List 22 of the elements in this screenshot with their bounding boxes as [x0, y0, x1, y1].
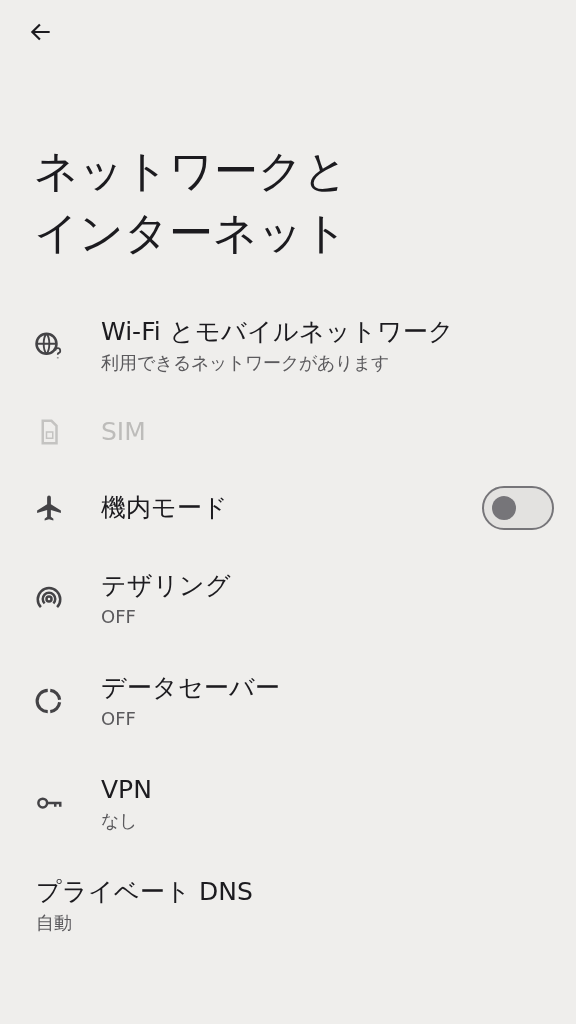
- item-summary: なし: [101, 809, 138, 833]
- settings-item[interactable]: データセーバー OFF: [0, 650, 576, 752]
- toggle-switch[interactable]: [482, 486, 554, 530]
- item-summary: 利用できるネットワークがあります: [101, 351, 390, 375]
- item-summary: OFF: [101, 605, 137, 629]
- data-saver-icon: [34, 686, 64, 716]
- item-summary: OFF: [101, 707, 137, 731]
- settings-item[interactable]: VPN なし: [0, 752, 576, 854]
- item-title: Wi-Fi とモバイルネットワーク: [101, 316, 455, 348]
- page-title: ネットワークと: [34, 144, 348, 198]
- settings-item[interactable]: Wi-Fi とモバイルネットワーク 利用できるネットワークがあります: [0, 294, 576, 396]
- settings-item[interactable]: 機内モード: [0, 468, 576, 548]
- item-title: プライベート DNS: [36, 876, 254, 908]
- item-title: テザリング: [101, 570, 232, 602]
- settings-item[interactable]: テザリング OFF: [0, 548, 576, 650]
- page-title: インターネット: [34, 206, 348, 260]
- item-title: データセーバー: [101, 672, 281, 704]
- settings-item[interactable]: プライベート DNS 自動: [0, 854, 576, 956]
- item-title: VPN: [101, 774, 153, 806]
- airplane-icon: [34, 493, 64, 523]
- item-summary: 自動: [36, 911, 73, 935]
- item-title: 機内モード: [101, 492, 229, 524]
